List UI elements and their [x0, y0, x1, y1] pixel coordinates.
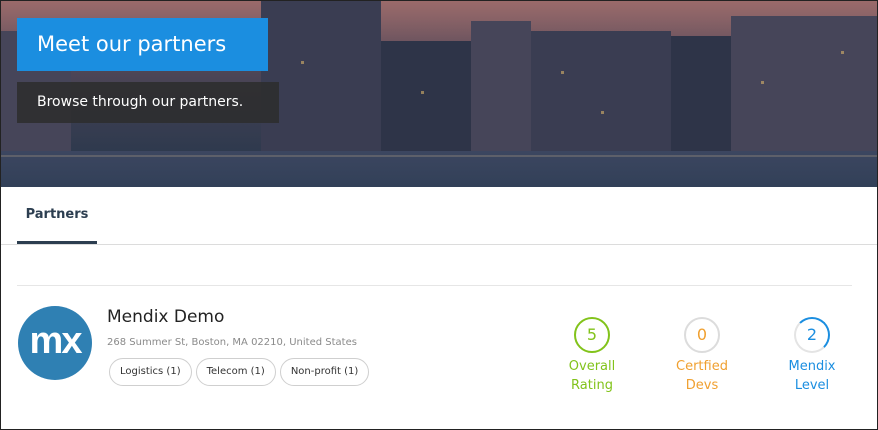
building — [471, 21, 531, 151]
partner-logo: mx — [18, 306, 92, 380]
stat-label-line2: Devs — [685, 378, 719, 393]
level-ring: 2 — [794, 317, 830, 353]
building — [731, 16, 877, 151]
building — [381, 41, 471, 151]
stat-label: Mendix Level — [772, 357, 852, 395]
page-title: Meet our partners — [17, 18, 268, 71]
tag-non-profit[interactable]: Non-profit (1) — [279, 358, 370, 386]
water-shimmer — [1, 155, 877, 157]
page: Meet our partners Browse through our par… — [0, 0, 878, 430]
stat-overall-rating: 5 Overall Rating — [552, 317, 632, 395]
rating-ring: 5 — [574, 317, 610, 353]
partner-address: 268 Summer St, Boston, MA 02210, United … — [107, 337, 357, 348]
stat-mendix-level: 2 Mendix Level — [772, 317, 852, 395]
window-light — [601, 111, 604, 114]
building — [261, 1, 381, 151]
stat-label-line1: Mendix — [788, 359, 836, 374]
water — [1, 151, 877, 187]
building — [531, 31, 671, 151]
window-light — [761, 81, 764, 84]
divider — [17, 285, 852, 286]
page-subtitle: Browse through our partners. — [17, 82, 279, 123]
stat-label-line2: Rating — [571, 378, 613, 393]
window-light — [301, 61, 304, 64]
devs-ring: 0 — [684, 317, 720, 353]
partner-name[interactable]: Mendix Demo — [107, 307, 224, 327]
building — [671, 36, 731, 151]
tag-list: Logistics (1) Telecom (1) Non-profit (1) — [109, 358, 370, 386]
stat-certified-devs: 0 Certfied Devs — [662, 317, 742, 395]
tab-bar: Partners — [1, 187, 877, 245]
window-light — [421, 91, 424, 94]
hero-banner: Meet our partners Browse through our par… — [1, 1, 877, 187]
logo-text: mx — [29, 320, 83, 362]
window-light — [841, 51, 844, 54]
tag-logistics[interactable]: Logistics (1) — [109, 358, 192, 386]
stat-label: Certfied Devs — [662, 357, 742, 395]
stat-label-line1: Certfied — [676, 359, 728, 374]
tag-telecom[interactable]: Telecom (1) — [195, 358, 276, 386]
stat-label-line2: Level — [794, 378, 830, 393]
window-light — [561, 71, 564, 74]
tab-partners[interactable]: Partners — [17, 187, 97, 244]
stat-label-line1: Overall — [568, 359, 616, 374]
stat-label: Overall Rating — [552, 357, 632, 395]
